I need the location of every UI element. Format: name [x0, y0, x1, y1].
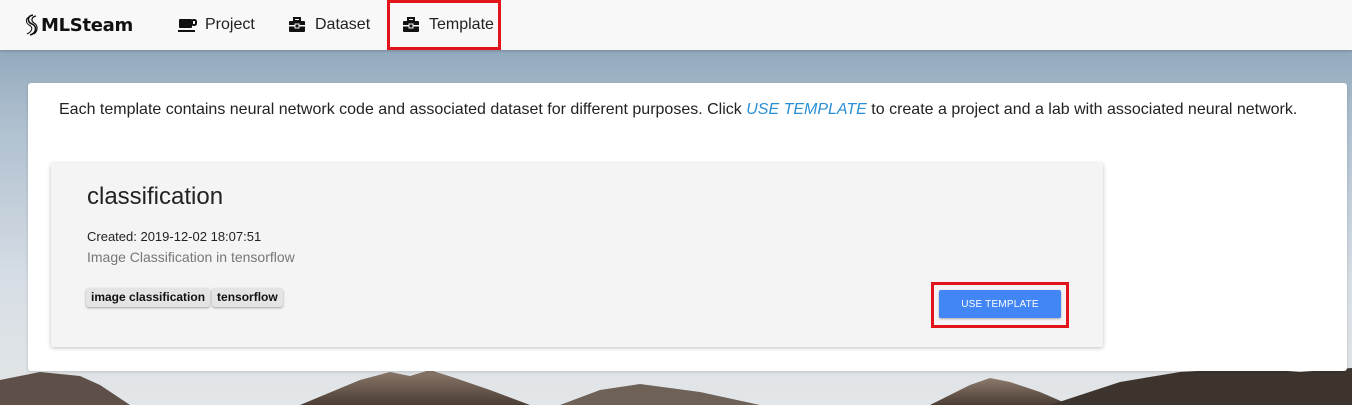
- coffee-cup-icon: [178, 19, 197, 32]
- nav-item-label: Project: [205, 16, 255, 33]
- nav-item-dataset[interactable]: Dataset: [288, 0, 370, 50]
- brand-logo[interactable]: MLSteam: [24, 12, 133, 38]
- toolbox-icon: [289, 17, 305, 32]
- nav-item-project[interactable]: Project: [178, 0, 255, 50]
- use-template-button[interactable]: USE TEMPLATE: [939, 290, 1061, 318]
- nav-item-label: Template: [429, 16, 494, 33]
- template-description: Image Classification in tensorflow: [87, 249, 295, 265]
- nav-item-template[interactable]: Template: [402, 0, 494, 50]
- template-created-date: Created: 2019-12-02 18:07:51: [87, 229, 262, 244]
- toolbox-icon: [403, 17, 419, 32]
- template-card: classification Created: 2019-12-02 18:07…: [51, 163, 1103, 347]
- nav-item-label: Dataset: [315, 16, 371, 33]
- brand-name: MLSteam: [41, 14, 133, 36]
- intro-text-before: Each template contains neural network co…: [59, 101, 747, 118]
- main-panel: Each template contains neural network co…: [28, 83, 1347, 371]
- top-navbar: MLSteam Project Dataset Template: [0, 0, 1352, 50]
- intro-text: Each template contains neural network co…: [59, 101, 1297, 119]
- template-title: classification: [87, 183, 224, 210]
- intro-text-after: to create a project and a lab with assoc…: [866, 101, 1298, 118]
- swirl-logo-icon: [25, 14, 38, 36]
- tag-chip: image classification: [86, 288, 211, 307]
- intro-link-text: USE TEMPLATE: [746, 101, 867, 118]
- tag-chip: tensorflow: [212, 288, 283, 307]
- template-tags: image classification tensorflow: [86, 288, 285, 307]
